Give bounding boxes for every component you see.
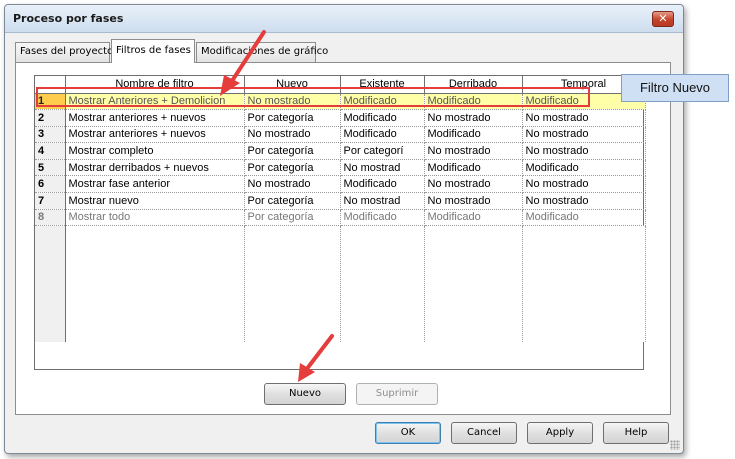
table-row[interactable]: 6 Mostrar fase anterior No mostrado Modi… [35,175,646,194]
derribado-cell[interactable]: No mostrado [424,109,523,127]
phase-filters-grid: Nombre de filtro Nuevo Existente Derriba… [34,75,646,370]
temporal-cell[interactable]: No mostrado [522,175,646,194]
dialog-title: Proceso por fases [13,12,124,25]
nuevo-cell[interactable]: No mostrado [244,175,341,194]
temporal-cell[interactable]: Modificado [522,209,646,227]
filter-name-cell[interactable]: Mostrar derribados + nuevos [65,159,245,177]
row-number[interactable]: 6 [35,175,66,194]
row-number[interactable]: 5 [35,159,66,177]
resize-grip-icon[interactable] [670,440,680,450]
tab-label: Filtros de fases [116,45,191,56]
cancel-button[interactable]: Cancel [451,422,517,444]
header-row: Nombre de filtro Nuevo Existente Derriba… [35,76,646,94]
filter-name-cell[interactable]: Mostrar fase anterior [65,175,245,194]
temporal-cell[interactable]: No mostrado [522,109,646,127]
tab-label: Fases del proyecto [20,46,114,57]
suprimir-button[interactable]: Suprimir [356,383,438,405]
table-row[interactable]: 4 Mostrar completo Por categoría Por cat… [35,142,646,160]
close-icon: ✕ [658,12,668,25]
filters-table: Nombre de filtro Nuevo Existente Derriba… [35,76,646,342]
nuevo-cell[interactable]: Por categoría [244,109,341,127]
empty-grid-area [35,225,646,342]
table-row[interactable]: 5 Mostrar derribados + nuevos Por catego… [35,159,646,177]
table-row[interactable]: 2 Mostrar anteriores + nuevos Por catego… [35,109,646,127]
ok-button-label: OK [400,427,416,438]
phasing-dialog: Proceso por fases ✕ Fases del proyecto F… [4,4,684,454]
temporal-cell[interactable]: No mostrado [522,142,646,160]
derribado-cell[interactable]: No mostrado [424,175,523,194]
tab-filtros-de-fases[interactable]: Filtros de fases [111,39,195,63]
temporal-cell[interactable]: No mostrado [522,126,646,144]
existente-cell[interactable]: Modificado [340,126,425,144]
column-header-existente[interactable]: Existente [340,76,425,94]
derribado-cell[interactable]: No mostrado [424,192,523,210]
nuevo-cell[interactable]: No mostrado [244,93,341,111]
filtro-nuevo-callout: Filtro Nuevo [621,74,729,102]
table-row[interactable]: 7 Mostrar nuevo Por categoría No mostrad… [35,192,646,210]
filter-name-cell[interactable]: Mostrar nuevo [65,192,245,210]
tab-label: Modificaciones de gráfico [201,46,329,57]
existente-cell[interactable]: Modificado [340,93,425,111]
tab-modificaciones-de-grafico[interactable]: Modificaciones de gráfico [196,42,328,62]
help-button[interactable]: Help [603,422,669,444]
column-header-nuevo[interactable]: Nuevo [244,76,341,94]
derribado-cell[interactable]: Modificado [424,93,523,111]
temporal-cell[interactable]: No mostrado [522,192,646,210]
apply-button[interactable]: Apply [527,422,593,444]
nuevo-cell[interactable]: No mostrado [244,126,341,144]
existente-cell[interactable]: No mostrad [340,192,425,210]
row-number[interactable]: 3 [35,126,66,144]
row-number[interactable]: 1 [35,93,66,111]
column-header-nombre[interactable]: Nombre de filtro [65,76,245,94]
tab-fases-del-proyecto[interactable]: Fases del proyecto [15,42,114,62]
apply-button-label: Apply [545,427,575,438]
table-row-selected[interactable]: 1 Mostrar Anteriores + Demolicion No mos… [35,93,646,111]
nuevo-button-label: Nuevo [288,388,321,399]
column-header-derribado[interactable]: Derribado [424,76,523,94]
existente-cell[interactable]: Modificado [340,209,425,227]
nuevo-cell[interactable]: Por categoría [244,159,341,177]
close-button[interactable]: ✕ [652,11,674,27]
filter-name-cell[interactable]: Mostrar completo [65,142,245,160]
row-number[interactable]: 8 [35,209,66,227]
suprimir-button-label: Suprimir [375,388,419,399]
nuevo-cell[interactable]: Por categoría [244,209,341,227]
derribado-cell[interactable]: Modificado [424,126,523,144]
filter-name-cell[interactable]: Mostrar anteriores + nuevos [65,126,245,144]
derribado-cell[interactable]: No mostrado [424,142,523,160]
ok-button[interactable]: OK [375,422,441,444]
nuevo-cell[interactable]: Por categoría [244,142,341,160]
table-row[interactable]: 8 Mostrar todo Por categoría Modificado … [35,209,646,227]
nuevo-cell[interactable]: Por categoría [244,192,341,210]
nuevo-button[interactable]: Nuevo [264,383,346,405]
derribado-cell[interactable]: Modificado [424,159,523,177]
existente-cell[interactable]: Modificado [340,175,425,194]
help-button-label: Help [624,427,648,438]
existente-cell[interactable]: Por categorí [340,142,425,160]
row-number[interactable]: 7 [35,192,66,210]
cancel-button-label: Cancel [467,427,501,438]
derribado-cell[interactable]: Modificado [424,209,523,227]
table-row[interactable]: 3 Mostrar anteriores + nuevos No mostrad… [35,126,646,144]
filter-name-cell[interactable]: Mostrar todo [65,209,245,227]
filter-name-cell[interactable]: Mostrar anteriores + nuevos [65,109,245,127]
existente-cell[interactable]: Modificado [340,109,425,127]
row-number[interactable]: 2 [35,109,66,127]
row-number-header [35,76,66,94]
existente-cell[interactable]: No mostrad [340,159,425,177]
filter-name-cell[interactable]: Mostrar Anteriores + Demolicion [65,93,245,111]
row-number[interactable]: 4 [35,142,66,160]
temporal-cell[interactable]: Modificado [522,159,646,177]
callout-text: Filtro Nuevo [639,80,711,95]
phase-filters-panel: Nombre de filtro Nuevo Existente Derriba… [15,62,671,415]
title-bar[interactable]: Proceso por fases ✕ [5,5,683,33]
